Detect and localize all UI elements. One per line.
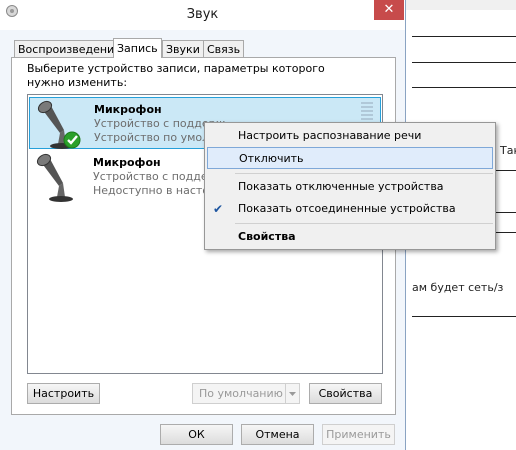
divider: [412, 87, 516, 88]
menu-item-label: Отключить: [239, 152, 304, 165]
divider: [412, 36, 516, 37]
menu-item-properties[interactable]: Свойства: [207, 226, 493, 248]
apply-button[interactable]: Применить: [322, 424, 395, 445]
menu-item-label: Настроить распознавание речи: [238, 129, 422, 142]
ok-button[interactable]: ОК: [160, 424, 233, 445]
divider: [412, 62, 516, 63]
menu-item-show-disabled[interactable]: Показать отключенные устройства: [207, 176, 493, 198]
device-name: Микрофон: [94, 103, 162, 116]
close-icon: ✕: [383, 2, 395, 17]
window-title: Звук: [186, 7, 219, 22]
device-status: Недоступно в настоя: [93, 184, 216, 197]
cancel-button[interactable]: Отмена: [241, 424, 314, 445]
tab-communications[interactable]: Связь: [203, 40, 245, 57]
set-default-label: По умолчанию: [199, 387, 283, 400]
background-text: ам будет сеть/з: [412, 281, 504, 294]
menu-item-label: Показать отсоединенные устройства: [238, 202, 456, 215]
properties-button[interactable]: Свойства: [309, 383, 382, 404]
instruction-text: Выберите устройство записи, параметры ко…: [27, 62, 325, 89]
device-name: Микрофон: [93, 156, 161, 169]
menu-item-show-disconnected[interactable]: ✔ Показать отсоединенные устройства: [207, 198, 493, 220]
menu-item-speech-recognition[interactable]: Настроить распознавание речи: [207, 125, 493, 147]
dropdown-arrow-icon[interactable]: [285, 384, 299, 403]
configure-button[interactable]: Настроить: [27, 383, 100, 404]
microphone-icon: [37, 100, 81, 149]
close-button[interactable]: ✕: [374, 0, 404, 20]
tab-sounds[interactable]: Звуки: [162, 40, 204, 57]
menu-item-label: Показать отключенные устройства: [238, 180, 444, 193]
tab-playback[interactable]: Воспроизведение: [14, 40, 125, 57]
divider: [412, 316, 516, 317]
background-text: Так: [500, 144, 516, 157]
menu-separator: [235, 173, 493, 174]
set-default-button[interactable]: По умолчанию: [192, 383, 300, 404]
checkmark-icon: ✔: [213, 202, 224, 216]
menu-item-label: Свойства: [238, 230, 296, 243]
menu-separator: [235, 223, 493, 224]
background-toolbar: [404, 0, 516, 10]
context-menu: Настроить распознавание речи Отключить П…: [204, 122, 496, 250]
tab-recording[interactable]: Запись: [113, 38, 162, 58]
title-bar: Звук ✕: [0, 0, 405, 30]
menu-item-disable[interactable]: Отключить: [207, 147, 493, 169]
microphone-icon: [36, 153, 73, 202]
